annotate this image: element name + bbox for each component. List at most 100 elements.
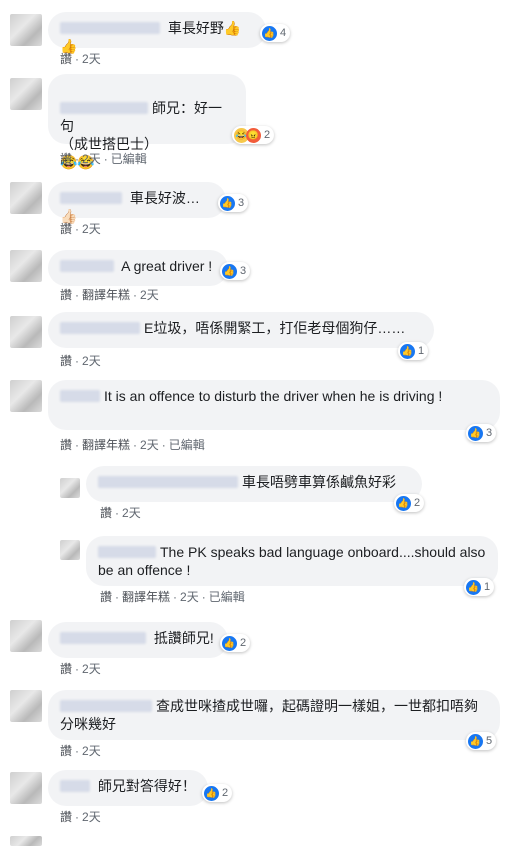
comment-bubble: 查成世咪揸成世囉，起碼證明一樣姐，一世都扣唔夠分咪幾好: [48, 690, 500, 740]
reaction-summary[interactable]: 😂 😠 2: [232, 126, 275, 144]
reaction-count: 3: [238, 197, 245, 209]
comment-text: A great driver !: [121, 258, 213, 274]
reaction-summary[interactable]: 👍 4: [260, 24, 291, 42]
comment-text: 抵讚師兄!: [153, 630, 214, 646]
comment-bubble: 車長好野👍👍: [48, 12, 266, 54]
commenter-name[interactable]: [60, 390, 100, 402]
avatar[interactable]: [60, 540, 80, 560]
timestamp[interactable]: 2天: [82, 810, 101, 824]
reaction-summary[interactable]: 👍 1: [464, 578, 495, 596]
comment-meta: 讚 · 翻譯年糕 · 2天: [60, 288, 159, 302]
commenter-name[interactable]: [60, 22, 160, 34]
commenter-name[interactable]: [60, 260, 114, 272]
like-link[interactable]: 讚: [60, 744, 72, 758]
reaction-summary[interactable]: 👍 2: [220, 634, 251, 652]
angry-icon: 😠: [246, 127, 261, 143]
avatar[interactable]: [10, 620, 42, 652]
comment-text: 車長唔劈車算係鹹魚好彩: [242, 474, 396, 490]
like-icon: 👍: [204, 785, 219, 801]
avatar[interactable]: [10, 14, 42, 46]
reaction-summary[interactable]: 👍 1: [398, 342, 429, 360]
timestamp[interactable]: 2天: [82, 744, 101, 758]
comment-text: The PK speaks bad language onboard....sh…: [98, 544, 486, 578]
reaction-summary[interactable]: 👍 3: [220, 262, 251, 280]
like-link[interactable]: 讚: [60, 662, 72, 676]
like-icon: 👍: [220, 195, 235, 211]
avatar[interactable]: [10, 836, 42, 846]
reaction-count: 1: [418, 345, 425, 357]
commenter-name[interactable]: [60, 700, 152, 712]
commenter-name[interactable]: [60, 192, 122, 204]
timestamp[interactable]: 2天: [82, 662, 101, 676]
commenter-name[interactable]: [60, 780, 90, 792]
edited-label[interactable]: 已編輯: [209, 590, 245, 604]
commenter-name[interactable]: [98, 546, 156, 558]
timestamp[interactable]: 2天: [140, 288, 159, 302]
avatar[interactable]: [10, 250, 42, 282]
comment-bubble: The PK speaks bad language onboard....sh…: [86, 536, 498, 586]
avatar[interactable]: [10, 690, 42, 722]
comment-bubble: 抵讚師兄!: [48, 622, 228, 658]
commenter-name[interactable]: [60, 322, 140, 334]
timestamp[interactable]: 2天: [180, 590, 199, 604]
comment-bubble: E垃圾，唔係開緊工，打佢老母個狗仔……: [48, 312, 434, 348]
timestamp[interactable]: 2天: [140, 438, 159, 452]
avatar[interactable]: [10, 380, 42, 412]
comment-bubble: 師兄對答得好！: [48, 770, 208, 806]
avatar[interactable]: [10, 316, 42, 348]
like-icon: 👍: [468, 425, 483, 441]
timestamp[interactable]: 2天: [122, 506, 141, 520]
like-link[interactable]: 讚: [60, 810, 72, 824]
comment-meta: 讚 · 2天: [60, 222, 101, 236]
like-link[interactable]: 讚: [60, 354, 72, 368]
like-icon: 👍: [396, 495, 411, 511]
timestamp[interactable]: 2天: [82, 354, 101, 368]
edited-label[interactable]: 已編輯: [169, 438, 205, 452]
like-link[interactable]: 讚: [60, 222, 72, 236]
like-icon: 👍: [468, 733, 483, 749]
edited-label[interactable]: 已編輯: [111, 152, 147, 166]
reaction-count: 5: [486, 735, 493, 747]
reaction-count: 4: [280, 27, 287, 39]
like-link[interactable]: 讚: [100, 590, 112, 604]
commenter-name[interactable]: [60, 102, 148, 114]
like-link[interactable]: 讚: [60, 52, 72, 66]
timestamp[interactable]: 2天: [82, 152, 101, 166]
comment-text: It is an offence to disturb the driver w…: [104, 388, 443, 404]
like-link[interactable]: 讚: [60, 288, 72, 302]
translate-link[interactable]: 翻譯年糕: [82, 438, 130, 452]
comment-bubble: It is an offence to disturb the driver w…: [48, 380, 500, 430]
comment-meta: 讚 · 2天: [60, 810, 101, 824]
reaction-summary[interactable]: 👍 3: [218, 194, 249, 212]
comment-text: E垃圾，唔係開緊工，打佢老母個狗仔……: [144, 320, 406, 336]
translate-link[interactable]: 翻譯年糕: [122, 590, 170, 604]
like-link[interactable]: 讚: [60, 152, 72, 166]
reaction-summary[interactable]: 👍 3: [466, 424, 497, 442]
commenter-name[interactable]: [98, 476, 238, 488]
comment-bubble: 師兄：好一句 （成世搭巴士） 😂😂: [48, 74, 246, 170]
comment-meta: 讚 · 翻譯年糕 · 2天 · 已編輯: [60, 438, 205, 452]
comment-meta: 讚 · 翻譯年糕 · 2天 · 已編輯: [100, 590, 245, 604]
reaction-summary[interactable]: 👍 5: [466, 732, 497, 750]
translate-link[interactable]: 翻譯年糕: [82, 288, 130, 302]
reaction-count: 2: [222, 787, 229, 799]
like-link[interactable]: 讚: [100, 506, 112, 520]
reaction-count: 3: [486, 427, 493, 439]
reaction-summary[interactable]: 👍 2: [202, 784, 233, 802]
comment-meta: 讚 · 2天: [60, 354, 101, 368]
commenter-name[interactable]: [60, 632, 146, 644]
avatar[interactable]: [10, 182, 42, 214]
comment-meta: 讚 · 2天: [60, 52, 101, 66]
comment-meta: 讚 · 2天 · 已編輯: [60, 152, 147, 166]
avatar[interactable]: [10, 78, 42, 110]
comment-meta: 讚 · 2天: [60, 662, 101, 676]
avatar[interactable]: [10, 772, 42, 804]
reaction-count: 2: [414, 497, 421, 509]
like-icon: 👍: [262, 25, 277, 41]
timestamp[interactable]: 2天: [82, 52, 101, 66]
avatar[interactable]: [60, 478, 80, 498]
like-link[interactable]: 讚: [60, 438, 72, 452]
reaction-summary[interactable]: 👍 2: [394, 494, 425, 512]
timestamp[interactable]: 2天: [82, 222, 101, 236]
reaction-count: 3: [240, 265, 247, 277]
